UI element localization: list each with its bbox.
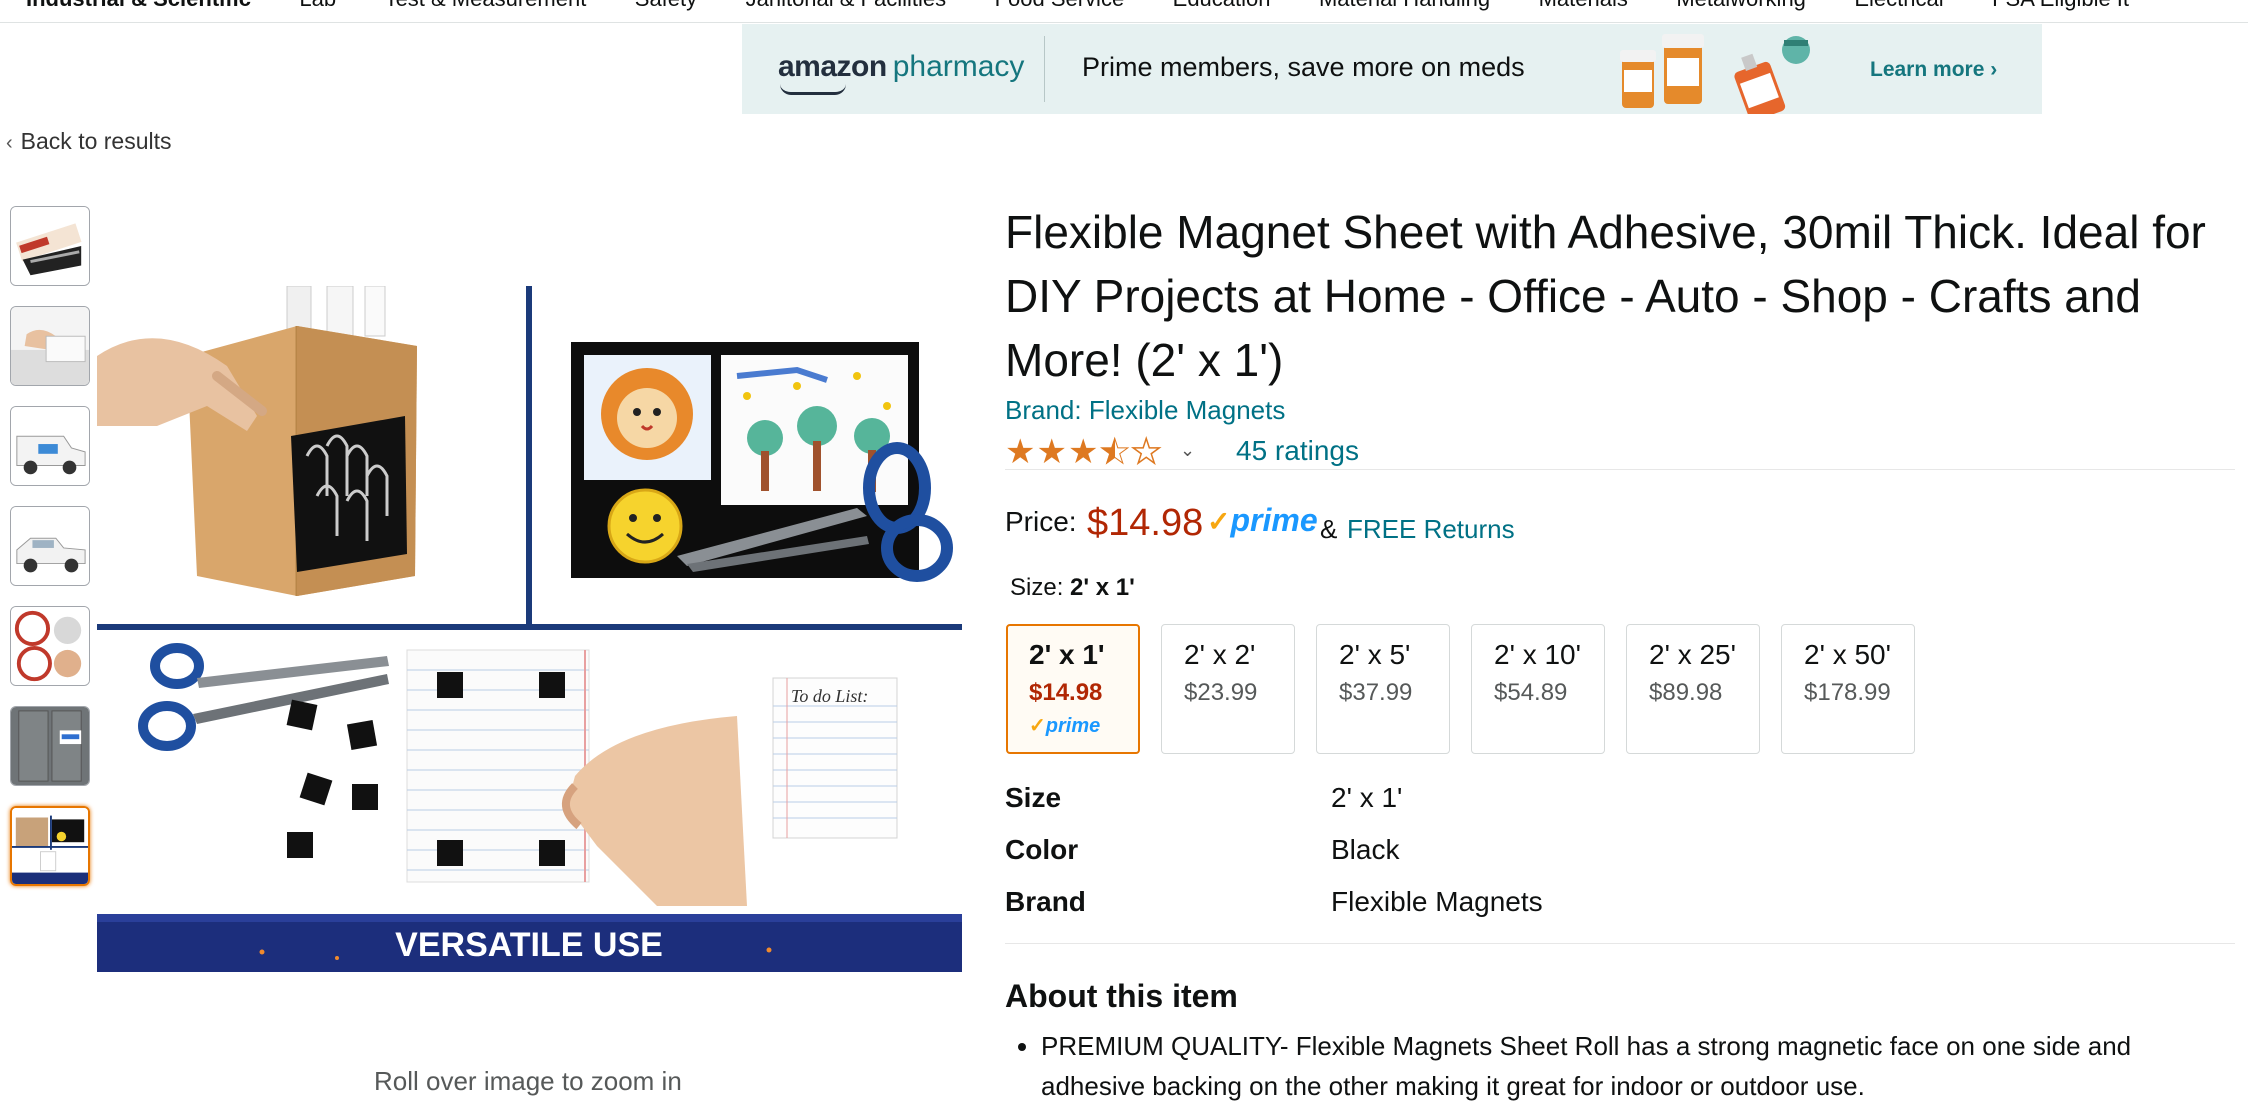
size-option-price: $178.99 (1804, 679, 1891, 706)
art-board-illustration (571, 342, 953, 582)
spec-key: Size (1005, 782, 1062, 813)
versatile-use-caption: VERSATILE USE (395, 926, 663, 964)
price-label: Price: (1005, 506, 1077, 537)
price-value: $14.98 (1087, 502, 1204, 544)
nav-item-materials[interactable]: Materials (1539, 0, 1628, 12)
back-to-results-link[interactable]: ‹ Back to results (6, 128, 172, 155)
chevron-left-icon: ‹ (6, 132, 13, 154)
thumbnail-3[interactable] (10, 406, 90, 486)
thumbnail-4[interactable] (10, 506, 90, 586)
spec-value: 2' x 1' (1331, 782, 1403, 813)
nav-item-metalworking[interactable]: Metalworking (1676, 0, 1806, 12)
thumbnail-7[interactable] (10, 806, 90, 886)
banner-divider (1044, 36, 1045, 102)
spec-value: Black (1331, 834, 1400, 865)
chevron-down-icon[interactable]: ⌄ (1180, 440, 1195, 461)
about-heading: About this item (1005, 978, 1238, 1014)
spec-row-size: Size 2' x 1' (1005, 782, 1705, 822)
size-option-2x25[interactable]: 2' x 25' $89.98 (1626, 624, 1760, 754)
size-option-label: 2' x 25' (1649, 639, 1736, 670)
banner-message: Prime members, save more on meds (1082, 52, 1525, 82)
star-icon: ★ (1067, 433, 1100, 471)
spec-row-brand: Brand Flexible Magnets (1005, 886, 1705, 926)
divider (1005, 469, 2235, 470)
product-title: Flexible Magnet Sheet with Adhesive, 30m… (1005, 206, 2206, 386)
nav-item-education[interactable]: Education (1173, 0, 1271, 12)
spec-value: Flexible Magnets (1331, 886, 1543, 917)
star-empty-icon: ★ (1130, 432, 1163, 472)
spec-row-color: Color Black (1005, 834, 1705, 874)
size-option-2x1[interactable]: 2' x 1' $14.98 ✓prime (1006, 624, 1140, 754)
todo-note-text: To do List: (791, 686, 868, 706)
main-product-image[interactable]: To do List: VERSATILE USE (97, 286, 962, 972)
size-option-2x10[interactable]: 2' x 10' $54.89 (1471, 624, 1605, 754)
size-option-price: $37.99 (1339, 679, 1413, 706)
amazon-pharmacy-logo: amazon pharmacy (778, 50, 1024, 95)
size-option-price: $89.98 (1649, 679, 1723, 706)
star-rating[interactable]: ★★★★★ (1005, 432, 1162, 472)
divider (1005, 943, 2235, 944)
nav-item-food-service[interactable]: Food Service (995, 0, 1125, 12)
size-label: Size: 2' x 1' (1010, 574, 1135, 601)
size-option-label: 2' x 1' (1029, 639, 1105, 670)
size-option-price: $54.89 (1494, 679, 1568, 706)
nav-item-fsa[interactable]: FSA Eligible It (1992, 0, 2129, 12)
nav-item-test-measurement[interactable]: Test & Measurement (385, 0, 587, 12)
spec-key: Brand (1005, 886, 1086, 917)
todo-note-illustration: To do List: (772, 677, 898, 839)
thumbnail-strip (10, 206, 94, 906)
size-option-label: 2' x 2' (1184, 639, 1256, 670)
size-option-label: 2' x 5' (1339, 639, 1411, 670)
nav-item-material-handling[interactable]: Material Handling (1319, 0, 1490, 12)
nav-item-safety[interactable]: Safety (635, 0, 697, 12)
brand-link[interactable]: Brand: Flexible Magnets (1005, 395, 1285, 426)
size-option-2x2[interactable]: 2' x 2' $23.99 (1161, 624, 1295, 754)
size-option-price: $23.99 (1184, 679, 1258, 706)
zoom-hint: Roll over image to zoom in (374, 1066, 682, 1096)
nav-item-electrical[interactable]: Electrical (1854, 0, 1943, 12)
thumbnail-5[interactable] (10, 606, 90, 686)
about-bullet: PREMIUM QUALITY- Flexible Magnets Sheet … (1041, 1026, 2241, 1106)
ampersand: & (1320, 514, 1338, 544)
check-icon: ✓ (1207, 506, 1231, 537)
free-returns-link[interactable]: FREE Returns (1347, 514, 1515, 545)
size-option-label: 2' x 50' (1804, 639, 1891, 670)
star-half-icon: ★ (1099, 433, 1131, 472)
learn-more-link[interactable]: Learn more › (1870, 58, 1997, 82)
thumbnail-6[interactable] (10, 706, 90, 786)
star-icon: ★ (1005, 433, 1037, 471)
size-option-2x5[interactable]: 2' x 5' $37.99 (1316, 624, 1450, 754)
pharmacy-banner[interactable]: amazon pharmacy Prime members, save more … (742, 24, 2042, 114)
size-option-label: 2' x 10' (1494, 639, 1581, 670)
ratings-count-link[interactable]: 45 ratings (1236, 435, 1359, 467)
size-option-2x50[interactable]: 2' x 50' $178.99 (1781, 624, 1915, 754)
about-bullets: PREMIUM QUALITY- Flexible Magnets Sheet … (1005, 1026, 2241, 1106)
check-icon: ✓ (1029, 715, 1046, 737)
pill-bottles-image (1620, 34, 1810, 114)
spec-key: Color (1005, 834, 1079, 865)
prime-badge: ✓prime (1029, 715, 1101, 737)
thumbnail-1[interactable] (10, 206, 90, 286)
nav-item-industrial[interactable]: Industrial & Scientific (26, 0, 251, 12)
size-option-price: $14.98 (1029, 679, 1103, 706)
star-icon: ★ (1036, 433, 1068, 471)
size-selected-value: 2' x 1' (1070, 574, 1135, 601)
nav-item-janitorial[interactable]: Janitorial & Facilities (746, 0, 947, 12)
category-nav: Industrial & Scientific Lab Test & Measu… (0, 0, 2248, 23)
thumbnail-2[interactable] (10, 306, 90, 386)
prime-badge: ✓prime (1207, 502, 1318, 538)
nav-item-lab[interactable]: Lab (299, 0, 336, 12)
